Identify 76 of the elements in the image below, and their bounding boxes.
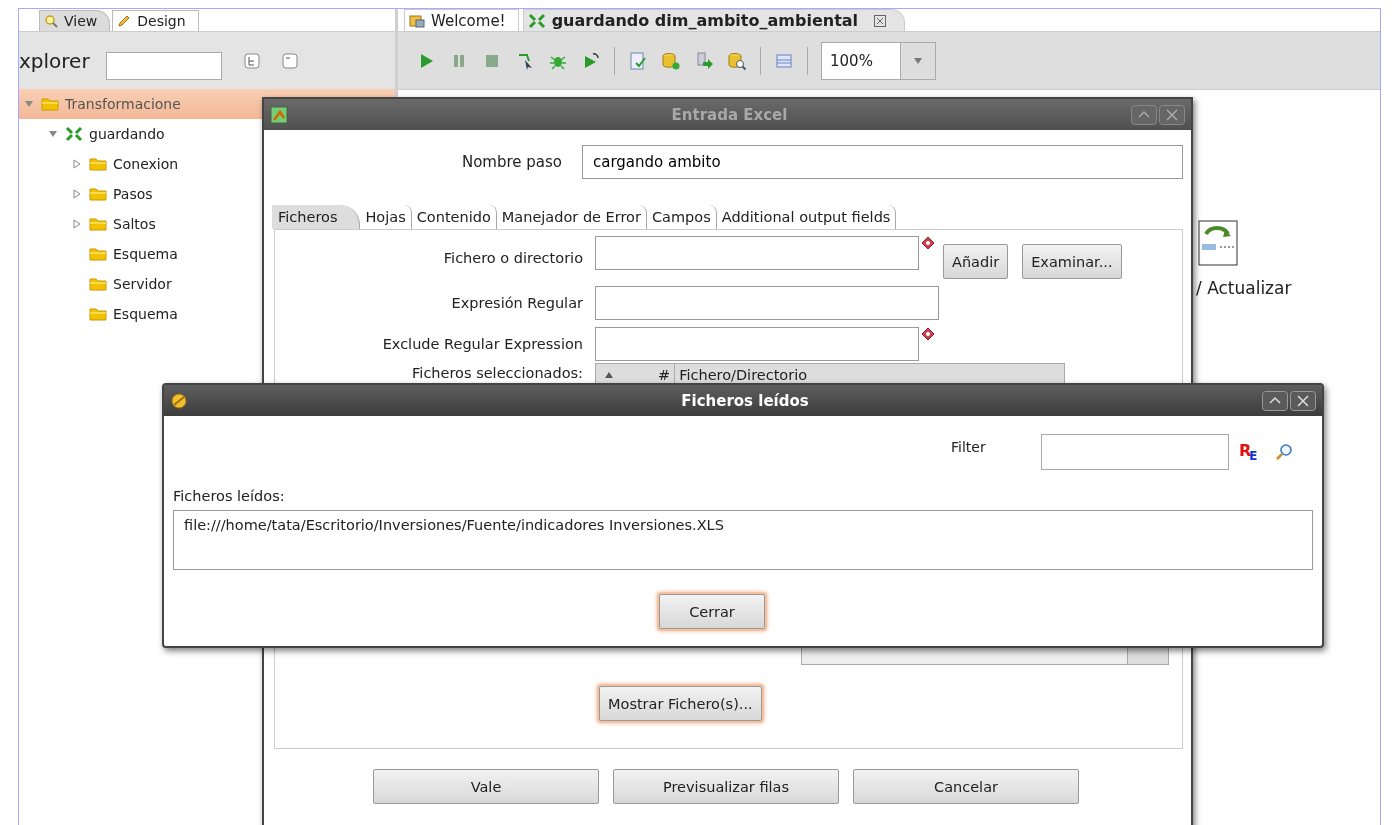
database-search-icon[interactable] xyxy=(727,50,747,71)
spreadsheet-icon xyxy=(270,105,288,124)
field-label: Nombre paso xyxy=(460,153,562,171)
tab[interactable]: Contenido xyxy=(411,205,497,229)
close-icon[interactable] xyxy=(1290,390,1316,411)
minimize-icon[interactable] xyxy=(1262,390,1288,411)
step-icon[interactable] xyxy=(1198,220,1238,266)
import-icon[interactable] xyxy=(694,50,714,71)
tree-item[interactable]: Esquema xyxy=(19,239,395,269)
panel-title: xplorer xyxy=(19,48,90,73)
tab[interactable]: Additional output fields xyxy=(716,205,897,229)
database-icon[interactable] xyxy=(661,50,681,71)
dialog-button[interactable]: Previsualizar filas xyxy=(613,769,839,804)
tree-item[interactable]: Esquema xyxy=(19,299,395,329)
input-field[interactable] xyxy=(595,286,939,320)
collapsed-arrow-icon[interactable] xyxy=(72,219,82,229)
pencil-icon xyxy=(117,14,132,28)
folder-icon xyxy=(89,187,107,201)
tab[interactable]: Ficheros xyxy=(272,205,361,229)
window-icon xyxy=(409,13,425,28)
dialog-button[interactable]: Vale xyxy=(373,769,599,804)
field-label: Fichero o directorio xyxy=(442,249,583,266)
window-title: Entrada Excel xyxy=(670,105,789,124)
step-label: / Actualizar xyxy=(1196,278,1292,298)
editor-tab[interactable]: guardando dim_ambito_ambiental xyxy=(522,9,906,31)
form-button[interactable]: Examinar... xyxy=(1022,244,1122,279)
field-label: Ficheros seleccionados: xyxy=(411,364,583,381)
dropdown-arrow-icon xyxy=(913,56,923,65)
tab[interactable]: Manejador de Error xyxy=(496,205,647,229)
form-button[interactable]: Añadir xyxy=(943,244,1009,279)
arrows-icon xyxy=(527,12,546,29)
field-label: Expresión Regular xyxy=(450,295,583,311)
tree-item[interactable]: Servidor xyxy=(19,269,395,299)
column-header[interactable]: Fichero/Directorio xyxy=(675,367,808,383)
minimize-icon[interactable] xyxy=(1131,104,1157,125)
close-icon[interactable] xyxy=(874,14,887,27)
arrows-icon xyxy=(65,126,83,142)
tree-item[interactable]: guardando xyxy=(19,119,395,149)
sort-arrow-icon[interactable] xyxy=(604,371,614,379)
list-label: Ficheros leídos: xyxy=(173,488,286,504)
file-path[interactable]: file:///home/tata/Escritorio/Inversiones/Fuente/indicadores Inversiones.XLS xyxy=(184,517,1302,533)
folder-icon xyxy=(89,217,107,231)
expand-all-icon[interactable] xyxy=(243,52,260,69)
show-files-button[interactable]: Mostrar Fichero(s)... xyxy=(599,686,762,721)
view-tab[interactable]: Design xyxy=(112,10,199,31)
collapsed-arrow-icon[interactable] xyxy=(72,159,82,169)
search-field[interactable] xyxy=(105,51,222,80)
view-tab[interactable]: View xyxy=(39,10,111,31)
tab[interactable]: Campos xyxy=(646,205,717,229)
regex-icon[interactable]: R$_{E}$ xyxy=(1239,440,1256,464)
field-label: Exclude Regular Expression xyxy=(381,336,583,352)
folder-icon xyxy=(89,157,107,171)
filter-field[interactable] xyxy=(1041,434,1229,470)
folder-icon xyxy=(41,97,59,111)
collapsed-arrow-icon[interactable] xyxy=(72,189,82,199)
folder-icon xyxy=(89,307,107,321)
magnifier-icon xyxy=(44,14,58,28)
input-field[interactable] xyxy=(595,236,919,270)
dialog-button[interactable]: Cancelar xyxy=(853,769,1079,804)
collapse-all-icon[interactable] xyxy=(281,52,298,69)
input-field[interactable] xyxy=(595,327,919,361)
expanded-arrow-icon[interactable] xyxy=(48,129,58,139)
close-icon[interactable] xyxy=(1159,104,1185,125)
zoom-dropdown[interactable]: 100% xyxy=(821,41,936,80)
pill-icon xyxy=(170,391,188,410)
close-button[interactable]: Cerrar xyxy=(659,594,765,629)
editor-tab[interactable]: Welcome! xyxy=(404,9,519,31)
tab[interactable]: Hojas xyxy=(360,205,412,229)
expanded-arrow-icon[interactable] xyxy=(24,99,34,109)
checklist-icon[interactable] xyxy=(628,50,648,71)
window-title: Ficheros leídos xyxy=(680,391,810,410)
filter-label: Filter xyxy=(951,439,987,455)
tree-item[interactable]: Conexion xyxy=(19,149,395,179)
step-name-field[interactable]: cargando ambito xyxy=(582,145,1183,179)
folder-icon xyxy=(89,247,107,261)
folder-icon xyxy=(89,277,107,291)
